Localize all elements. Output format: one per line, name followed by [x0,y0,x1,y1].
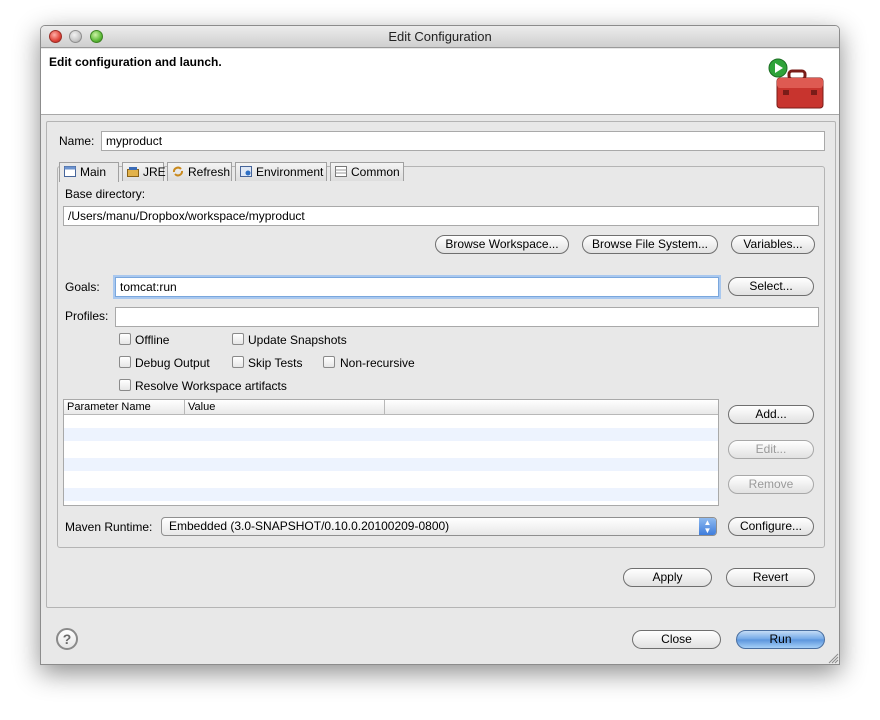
parameters-table[interactable]: Parameter Name Value [63,399,719,506]
run-button[interactable]: Run [736,630,825,649]
profiles-field[interactable] [115,307,819,327]
name-label: Name: [59,134,95,148]
name-field[interactable]: myproduct [101,131,825,151]
update-snapshots-label: Update Snapshots [248,333,347,347]
tab-common[interactable]: Common [330,162,404,181]
help-icon[interactable]: ? [56,628,78,650]
maven-runtime-value: Embedded (3.0-SNAPSHOT/0.10.0.20100209-0… [169,519,450,533]
debug-output-checkbox[interactable] [119,356,131,368]
tab-refresh[interactable]: Refresh [167,162,232,181]
table-row[interactable] [64,458,718,471]
table-row[interactable] [64,441,718,454]
column-header-parameter-name[interactable]: Parameter Name [64,400,185,415]
table-row[interactable] [64,415,718,428]
launch-toolbox-icon [767,57,827,113]
tab-main-label: Main [80,165,107,179]
goals-field[interactable]: tomcat:run [115,277,719,297]
column-header-value[interactable]: Value [185,400,385,415]
tab-jre[interactable]: JRE [122,162,166,181]
resolve-workspace-checkbox[interactable] [119,379,131,391]
skip-tests-checkbox[interactable] [232,356,244,368]
revert-button[interactable]: Revert [726,568,815,587]
header-title: Edit configuration and launch. [49,55,222,69]
browse-workspace-button[interactable]: Browse Workspace... [435,235,569,254]
variables-button[interactable]: Variables... [731,235,815,254]
select-goals-button[interactable]: Select... [728,277,814,296]
update-snapshots-checkbox[interactable] [232,333,244,345]
tab-environment[interactable]: Environment [235,162,327,181]
base-directory-label: Base directory: [65,187,146,201]
edit-configuration-window: Edit Configuration Edit configuration an… [40,25,840,665]
close-button[interactable]: Close [632,630,721,649]
environment-icon [240,164,252,177]
main-tab-icon [64,164,76,177]
edit-parameter-button[interactable]: Edit... [728,440,814,459]
table-row[interactable] [64,428,718,441]
title-bar: Edit Configuration [41,26,839,48]
tab-main[interactable]: Main [59,162,119,182]
browse-file-system-button[interactable]: Browse File System... [582,235,718,254]
remove-parameter-button[interactable]: Remove [728,475,814,494]
table-row[interactable] [64,471,718,484]
skip-tests-label: Skip Tests [248,356,303,370]
tab-common-label: Common [351,165,400,179]
goals-label: Goals: [65,280,100,294]
apply-button[interactable]: Apply [623,568,712,587]
table-row[interactable] [64,488,718,501]
maven-runtime-label: Maven Runtime: [65,520,153,534]
non-recursive-checkbox[interactable] [323,356,335,368]
base-directory-field[interactable]: /Users/manu/Dropbox/workspace/myproduct [63,206,819,226]
common-icon [335,164,347,177]
offline-checkbox[interactable] [119,333,131,345]
select-arrows-icon: ▲ ▼ [699,518,716,535]
tab-environment-label: Environment [256,165,324,179]
resize-grip-icon[interactable] [827,652,839,664]
tab-refresh-label: Refresh [188,165,231,179]
profiles-label: Profiles: [65,309,109,323]
tab-jre-label: JRE [143,165,166,179]
resolve-workspace-label: Resolve Workspace artifacts [135,379,287,393]
add-parameter-button[interactable]: Add... [728,405,814,424]
refresh-icon [172,164,184,177]
maven-runtime-select[interactable]: Embedded (3.0-SNAPSHOT/0.10.0.20100209-0… [161,517,717,536]
configure-runtime-button[interactable]: Configure... [728,517,814,536]
debug-output-label: Debug Output [135,356,210,370]
column-header-filler [385,400,718,415]
help-glyph: ? [62,631,72,647]
dialog-header: Edit configuration and launch. [41,49,839,115]
non-recursive-label: Non-recursive [340,356,415,370]
offline-label: Offline [135,333,170,347]
jre-icon [127,164,139,177]
window-title: Edit Configuration [388,29,492,44]
